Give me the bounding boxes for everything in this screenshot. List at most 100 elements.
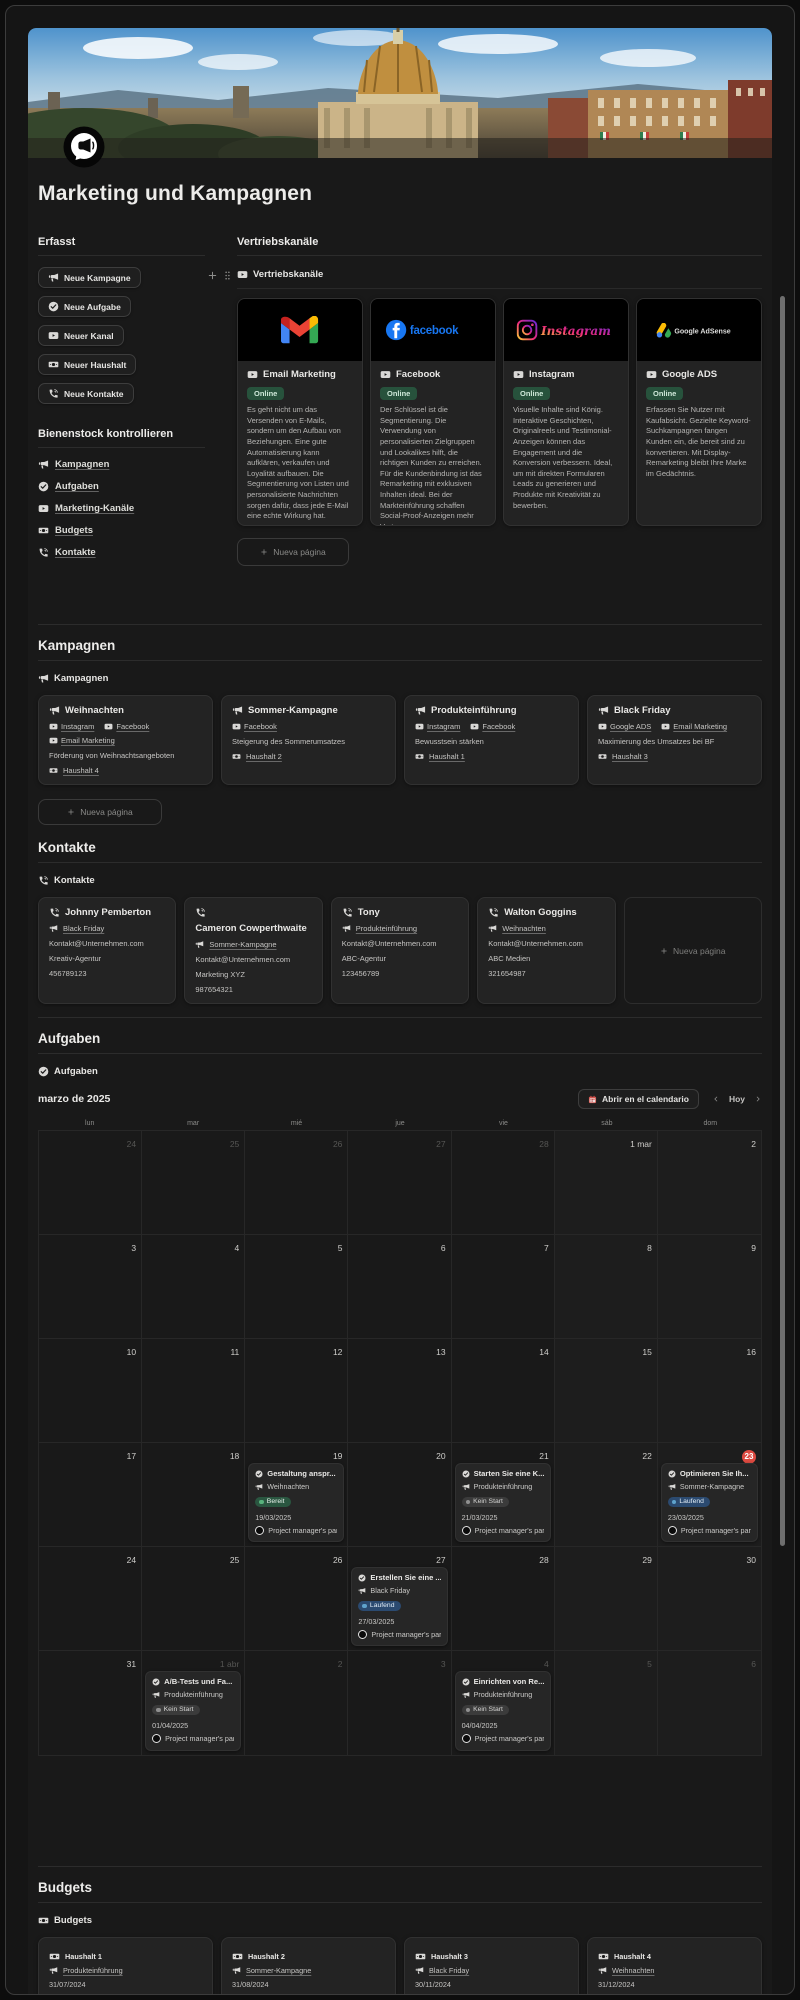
- calendar-cell[interactable]: 28: [452, 1131, 555, 1235]
- budget-campaign-relation[interactable]: Black Friday: [415, 1966, 568, 1975]
- sidebar-link-marketing-kanäle[interactable]: Marketing-Kanäle: [38, 503, 205, 514]
- campaign-card-black-friday[interactable]: Black FridayGoogle ADSEmail MarketingMax…: [587, 695, 762, 785]
- budget-campaign-relation[interactable]: Sommer-Kampagne: [232, 1966, 385, 1975]
- calendar-cell[interactable]: 11: [142, 1339, 245, 1443]
- new-page-button[interactable]: Nueva página: [38, 799, 162, 825]
- contact-campaign-relation[interactable]: Sommer-Kampagne: [195, 940, 311, 949]
- calendar-cell[interactable]: 2: [245, 1651, 348, 1755]
- open-in-calendar-button[interactable]: Abrir en el calendario: [578, 1089, 699, 1109]
- quick-add-button-neue-kampagne[interactable]: Neue Kampagne: [38, 267, 141, 288]
- cover-image[interactable]: [28, 28, 772, 158]
- calendar-cell[interactable]: 7: [452, 1235, 555, 1339]
- calendar-cell[interactable]: 25: [142, 1131, 245, 1235]
- calendar-cell[interactable]: 15: [555, 1339, 658, 1443]
- channel-card-google-ads[interactable]: Google AdSenseGoogle ADSOnlineErfassen S…: [636, 298, 762, 526]
- budget-card-haushalt-1[interactable]: Haushalt 1Produkteinführung31/07/202407/…: [38, 1937, 213, 1994]
- calendar-cell[interactable]: 31: [39, 1651, 142, 1755]
- channel-relation[interactable]: Facebook: [104, 722, 149, 731]
- calendar-cell[interactable]: 26: [245, 1547, 348, 1651]
- calendar-cell[interactable]: 8: [555, 1235, 658, 1339]
- campaign-card-sommer-kampagne[interactable]: Sommer-KampagneFacebookSteigerung des So…: [221, 695, 396, 785]
- quick-add-button-neue-kontakte[interactable]: Neue Kontakte: [38, 383, 134, 404]
- contact-card-johnny-pemberton[interactable]: Johnny PembertonBlack FridayKontakt@Unte…: [38, 897, 176, 1004]
- calendar-cell[interactable]: 27Erstellen Sie eine ...Black FridayLauf…: [348, 1547, 451, 1651]
- tasks-db-title[interactable]: Aufgaben: [38, 1066, 762, 1077]
- calendar-cell[interactable]: 10: [39, 1339, 142, 1443]
- channel-relation[interactable]: Facebook: [232, 722, 277, 731]
- calendar-cell[interactable]: 23Optimieren Sie Ih...Sommer-KampagneLau…: [658, 1443, 761, 1547]
- sidebar-link-kampagnen[interactable]: Kampagnen: [38, 459, 205, 470]
- task-event-card[interactable]: Einrichten von Re...ProdukteinführungKei…: [455, 1671, 551, 1751]
- calendar-cell[interactable]: 6: [348, 1235, 451, 1339]
- budgets-db-title[interactable]: Budgets: [38, 1915, 762, 1926]
- calendar-cell[interactable]: 4Einrichten von Re...ProdukteinführungKe…: [452, 1651, 555, 1755]
- campaign-budget-relation[interactable]: Haushalt 1: [415, 752, 568, 761]
- calendar-cell[interactable]: 1 abrA/B-Tests und Fa...Produkteinführun…: [142, 1651, 245, 1755]
- contacts-db-title[interactable]: Kontakte: [38, 875, 762, 886]
- campaign-budget-relation[interactable]: Haushalt 2: [232, 752, 385, 761]
- calendar-cell[interactable]: 27: [348, 1131, 451, 1235]
- calendar-cell[interactable]: 13: [348, 1339, 451, 1443]
- quick-add-button-neuer-kanal[interactable]: Neuer Kanal: [38, 325, 124, 346]
- budget-card-haushalt-3[interactable]: Haushalt 3Black Friday30/11/202411/01/20…: [404, 1937, 579, 1994]
- campaign-budget-relation[interactable]: Haushalt 4: [49, 766, 202, 775]
- scrollbar[interactable]: [780, 296, 785, 1546]
- calendar-cell[interactable]: 6: [658, 1651, 761, 1755]
- contact-campaign-relation[interactable]: Black Friday: [49, 924, 165, 933]
- channel-card-facebook[interactable]: facebookFacebookOnlineDer Schlüssel ist …: [370, 298, 496, 526]
- drag-handle-icon[interactable]: [222, 270, 233, 281]
- calendar-cell[interactable]: 16: [658, 1339, 761, 1443]
- calendar-cell[interactable]: 18: [142, 1443, 245, 1547]
- task-event-card[interactable]: A/B-Tests und Fa...ProdukteinführungKein…: [145, 1671, 241, 1751]
- calendar-cell[interactable]: 30: [658, 1547, 761, 1651]
- plus-icon[interactable]: [207, 270, 218, 281]
- calendar-cell[interactable]: 24: [39, 1131, 142, 1235]
- budget-campaign-relation[interactable]: Weihnachten: [598, 1966, 751, 1975]
- contact-card-cameron-cowperthwaite[interactable]: Cameron CowperthwaiteSommer-KampagneKont…: [184, 897, 322, 1004]
- calendar-cell[interactable]: 9: [658, 1235, 761, 1339]
- campaign-card-produkteinführung[interactable]: ProdukteinführungInstagramFacebookBewuss…: [404, 695, 579, 785]
- calendar-cell[interactable]: 24: [39, 1547, 142, 1651]
- channel-relation[interactable]: Email Marketing: [661, 722, 727, 731]
- calendar-cell[interactable]: 26: [245, 1131, 348, 1235]
- today-button[interactable]: Hoy: [729, 1094, 745, 1104]
- chevron-right-icon[interactable]: [754, 1095, 762, 1103]
- task-event-card[interactable]: Gestaltung anspr...WeihnachtenBereit19/0…: [248, 1463, 344, 1542]
- calendar-cell[interactable]: 1 mar: [555, 1131, 658, 1235]
- quick-add-button-neue-aufgabe[interactable]: Neue Aufgabe: [38, 296, 131, 317]
- sidebar-link-budgets[interactable]: Budgets: [38, 525, 205, 536]
- calendar-cell[interactable]: 28: [452, 1547, 555, 1651]
- calendar-cell[interactable]: 3: [39, 1235, 142, 1339]
- channel-relation[interactable]: Google ADS: [598, 722, 651, 731]
- budget-card-haushalt-2[interactable]: Haushalt 2Sommer-Kampagne31/08/202408/01…: [221, 1937, 396, 1994]
- task-event-card[interactable]: Erstellen Sie eine ...Black FridayLaufen…: [351, 1567, 447, 1646]
- contact-campaign-relation[interactable]: Weihnachten: [488, 924, 604, 933]
- channel-card-instagram[interactable]: InstagramInstagramOnlineVisuelle Inhalte…: [503, 298, 629, 526]
- task-event-card[interactable]: Optimieren Sie Ih...Sommer-KampagneLaufe…: [661, 1463, 758, 1542]
- channel-relation[interactable]: Instagram: [49, 722, 94, 731]
- calendar-cell[interactable]: 25: [142, 1547, 245, 1651]
- calendar-cell[interactable]: 17: [39, 1443, 142, 1547]
- new-page-card[interactable]: Nueva página: [624, 897, 762, 1004]
- task-event-card[interactable]: Starten Sie eine K...ProdukteinführungKe…: [455, 1463, 551, 1542]
- chevron-left-icon[interactable]: [712, 1095, 720, 1103]
- calendar-cell[interactable]: 14: [452, 1339, 555, 1443]
- sidebar-link-kontakte[interactable]: Kontakte: [38, 547, 205, 558]
- calendar-cell[interactable]: 22: [555, 1443, 658, 1547]
- channel-relation[interactable]: Email Marketing: [49, 736, 115, 745]
- campaign-card-weihnachten[interactable]: WeihnachtenInstagramFacebookEmail Market…: [38, 695, 213, 785]
- calendar-cell[interactable]: 5: [555, 1651, 658, 1755]
- calendar-cell[interactable]: 19Gestaltung anspr...WeihnachtenBereit19…: [245, 1443, 348, 1547]
- calendar-cell[interactable]: 20: [348, 1443, 451, 1547]
- quick-add-button-neuer-haushalt[interactable]: Neuer Haushalt: [38, 354, 136, 375]
- calendar-cell[interactable]: 4: [142, 1235, 245, 1339]
- calendar-cell[interactable]: 3: [348, 1651, 451, 1755]
- calendar-cell[interactable]: 5: [245, 1235, 348, 1339]
- budget-campaign-relation[interactable]: Produkteinführung: [49, 1966, 202, 1975]
- sidebar-link-aufgaben[interactable]: Aufgaben: [38, 481, 205, 492]
- calendar-cell[interactable]: 21Starten Sie eine K...Produkteinführung…: [452, 1443, 555, 1547]
- campaign-budget-relation[interactable]: Haushalt 3: [598, 752, 751, 761]
- contact-campaign-relation[interactable]: Produkteinführung: [342, 924, 458, 933]
- page-icon[interactable]: [62, 126, 106, 172]
- calendar-cell[interactable]: 12: [245, 1339, 348, 1443]
